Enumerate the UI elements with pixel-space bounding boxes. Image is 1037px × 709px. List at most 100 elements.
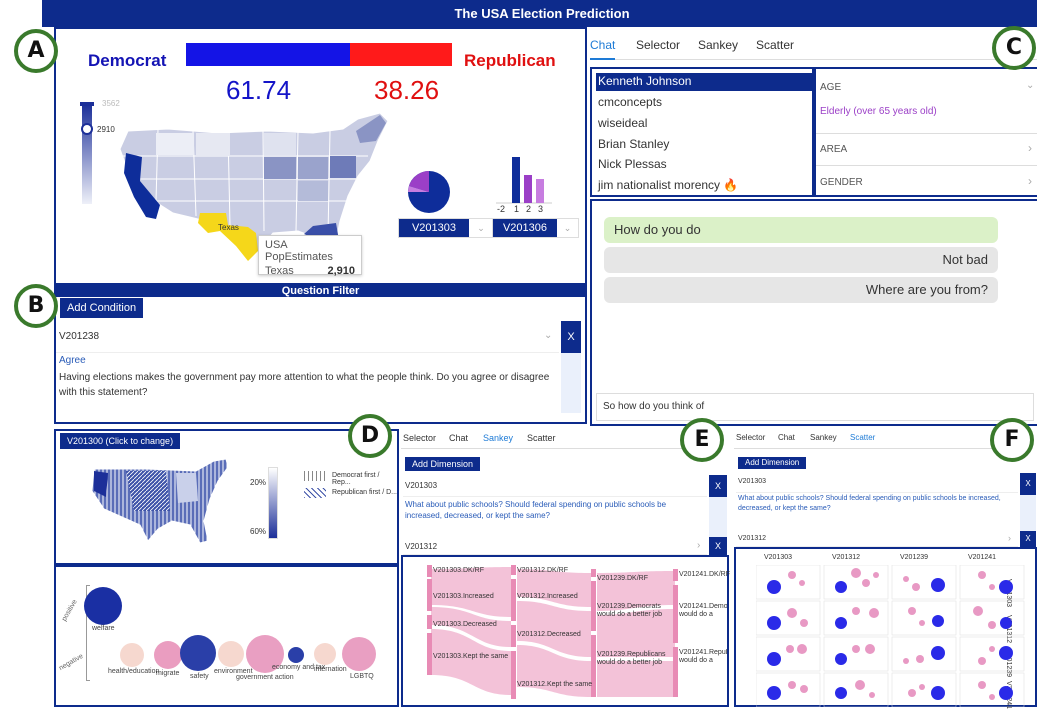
scatter-point[interactable]	[916, 655, 924, 663]
scatter-point[interactable]	[787, 608, 797, 618]
state-shade-7[interactable]	[298, 181, 328, 201]
scatter-point[interactable]	[788, 571, 796, 579]
chat-input[interactable]: So how do you think of	[596, 393, 1034, 421]
pie-variable-select[interactable]: V201303 ⌄	[398, 218, 494, 238]
scatter-point[interactable]	[999, 580, 1013, 594]
state-shade-3[interactable]	[298, 157, 328, 179]
legend-slider-knob[interactable]	[81, 123, 93, 135]
bubble-economy-tax[interactable]	[288, 647, 304, 663]
scatter-point[interactable]	[865, 644, 875, 654]
scatter-point[interactable]	[800, 685, 808, 693]
scatter-point[interactable]	[855, 680, 865, 690]
scatter-point[interactable]	[919, 684, 925, 690]
scatter-point[interactable]	[931, 686, 945, 700]
state-shade-2[interactable]	[264, 157, 296, 179]
chevron-right-icon[interactable]: ›	[1028, 141, 1032, 155]
scatter-point[interactable]	[767, 652, 781, 666]
scatter-matrix[interactable]: V201303 V201312 V201239 V201241 V201303 …	[734, 547, 1037, 709]
scatter-point[interactable]	[1000, 617, 1012, 629]
scatter-point[interactable]	[903, 576, 909, 582]
scatter-point[interactable]	[835, 617, 847, 629]
scatter-point[interactable]	[932, 615, 944, 627]
scatter-point[interactable]	[799, 580, 805, 586]
sankey-node[interactable]	[511, 625, 516, 647]
chevron-right-icon[interactable]: ›	[1028, 174, 1032, 188]
sankey-diagram[interactable]: V201303.DK/RF V201303.Increased V201303.…	[401, 555, 730, 707]
scatter-point[interactable]	[903, 658, 909, 664]
attr-gender-label[interactable]: GENDER	[820, 177, 863, 188]
scatter-point[interactable]	[786, 645, 794, 653]
scatter-point[interactable]	[767, 616, 781, 630]
sankey-node[interactable]	[427, 615, 432, 629]
sankey-node[interactable]	[673, 569, 678, 581]
scatter-point[interactable]	[869, 608, 879, 618]
remove-condition-button[interactable]: X	[561, 321, 581, 353]
scatter-point[interactable]	[908, 607, 916, 615]
bubble-migrate[interactable]	[154, 641, 182, 669]
user-item[interactable]: cmconcepts	[598, 95, 662, 109]
scatter-point[interactable]	[978, 657, 986, 665]
scatter-point[interactable]	[908, 689, 916, 697]
scatter-point[interactable]	[767, 686, 781, 700]
chevron-right-icon[interactable]: ›	[697, 540, 700, 551]
attr-age-label[interactable]: AGE	[820, 82, 841, 93]
remove-dimension-button[interactable]: X	[709, 475, 727, 497]
remove-dimension-button[interactable]: X	[1020, 473, 1036, 495]
scatter-point[interactable]	[835, 653, 847, 665]
chevron-right-icon[interactable]: ›	[1008, 533, 1011, 543]
state-shade-5[interactable]	[264, 133, 296, 155]
bubble-environment[interactable]	[218, 641, 244, 667]
user-item[interactable]: jim nationalist morency 🔥	[598, 178, 738, 192]
legend-handle-top[interactable]	[80, 102, 94, 106]
bubble-internation[interactable]	[314, 643, 336, 665]
tab-chat[interactable]: Chat	[449, 433, 468, 443]
bubble-health-education[interactable]	[120, 643, 144, 667]
remove-dimension-button[interactable]: X	[1020, 531, 1036, 547]
change-variable-button[interactable]: V201300 (Click to change)	[60, 433, 181, 449]
tab-scatter[interactable]: Scatter	[756, 38, 794, 52]
tab-selector[interactable]: Selector	[736, 433, 765, 442]
pie-chart[interactable]	[406, 169, 452, 215]
state-light-region[interactable]	[176, 473, 198, 503]
answer-bar-chart[interactable]: -2 1 2 3	[492, 149, 556, 215]
scatter-point[interactable]	[931, 578, 945, 592]
tab-sankey[interactable]: Sankey	[698, 38, 738, 52]
add-condition-button[interactable]: Add Condition	[60, 298, 144, 318]
sankey-node[interactable]	[511, 579, 516, 621]
scatter-point[interactable]	[919, 620, 925, 626]
scatter-point[interactable]	[852, 645, 860, 653]
scatter-point[interactable]	[788, 681, 796, 689]
bar-answer-1[interactable]	[512, 157, 520, 203]
bar-answer-3[interactable]	[536, 179, 544, 203]
scatter-point[interactable]	[912, 583, 920, 591]
add-dimension-button[interactable]: Add Dimension	[738, 457, 807, 469]
tab-scatter[interactable]: Scatter	[527, 433, 556, 443]
condition-select[interactable]: V201238 ⌄	[56, 321, 559, 353]
sankey-node[interactable]	[427, 579, 432, 611]
scatter-point[interactable]	[873, 572, 879, 578]
sankey-node[interactable]	[427, 633, 432, 675]
state-shade-1[interactable]	[196, 133, 230, 156]
scatter-point[interactable]	[999, 686, 1013, 700]
tab-chat[interactable]: Chat	[778, 433, 795, 442]
sankey-node[interactable]	[591, 569, 596, 577]
user-item[interactable]: Nick Plessas	[598, 157, 667, 171]
scatter-point[interactable]	[931, 646, 945, 660]
sankey-node[interactable]	[511, 565, 516, 575]
dimension-select-2[interactable]: V201312 ›	[736, 533, 1018, 547]
tab-chat[interactable]: Chat	[590, 38, 616, 60]
scatter-point[interactable]	[797, 644, 807, 654]
chevron-down-icon[interactable]: ⌄	[1026, 80, 1034, 91]
dimension-select-1[interactable]: V201303	[403, 475, 707, 497]
scatter-point[interactable]	[973, 606, 983, 616]
scatter-point[interactable]	[869, 692, 875, 698]
state-answer-map[interactable]	[86, 451, 236, 551]
scatter-point[interactable]	[989, 646, 995, 652]
scatter-point[interactable]	[988, 621, 996, 629]
attr-area-label[interactable]: AREA	[820, 144, 847, 155]
remove-dimension-button[interactable]: X	[709, 537, 727, 555]
user-item[interactable]: wiseideal	[598, 116, 647, 130]
scatter-point[interactable]	[862, 579, 870, 587]
tab-selector[interactable]: Selector	[636, 38, 680, 52]
map-color-legend[interactable]	[82, 104, 92, 204]
